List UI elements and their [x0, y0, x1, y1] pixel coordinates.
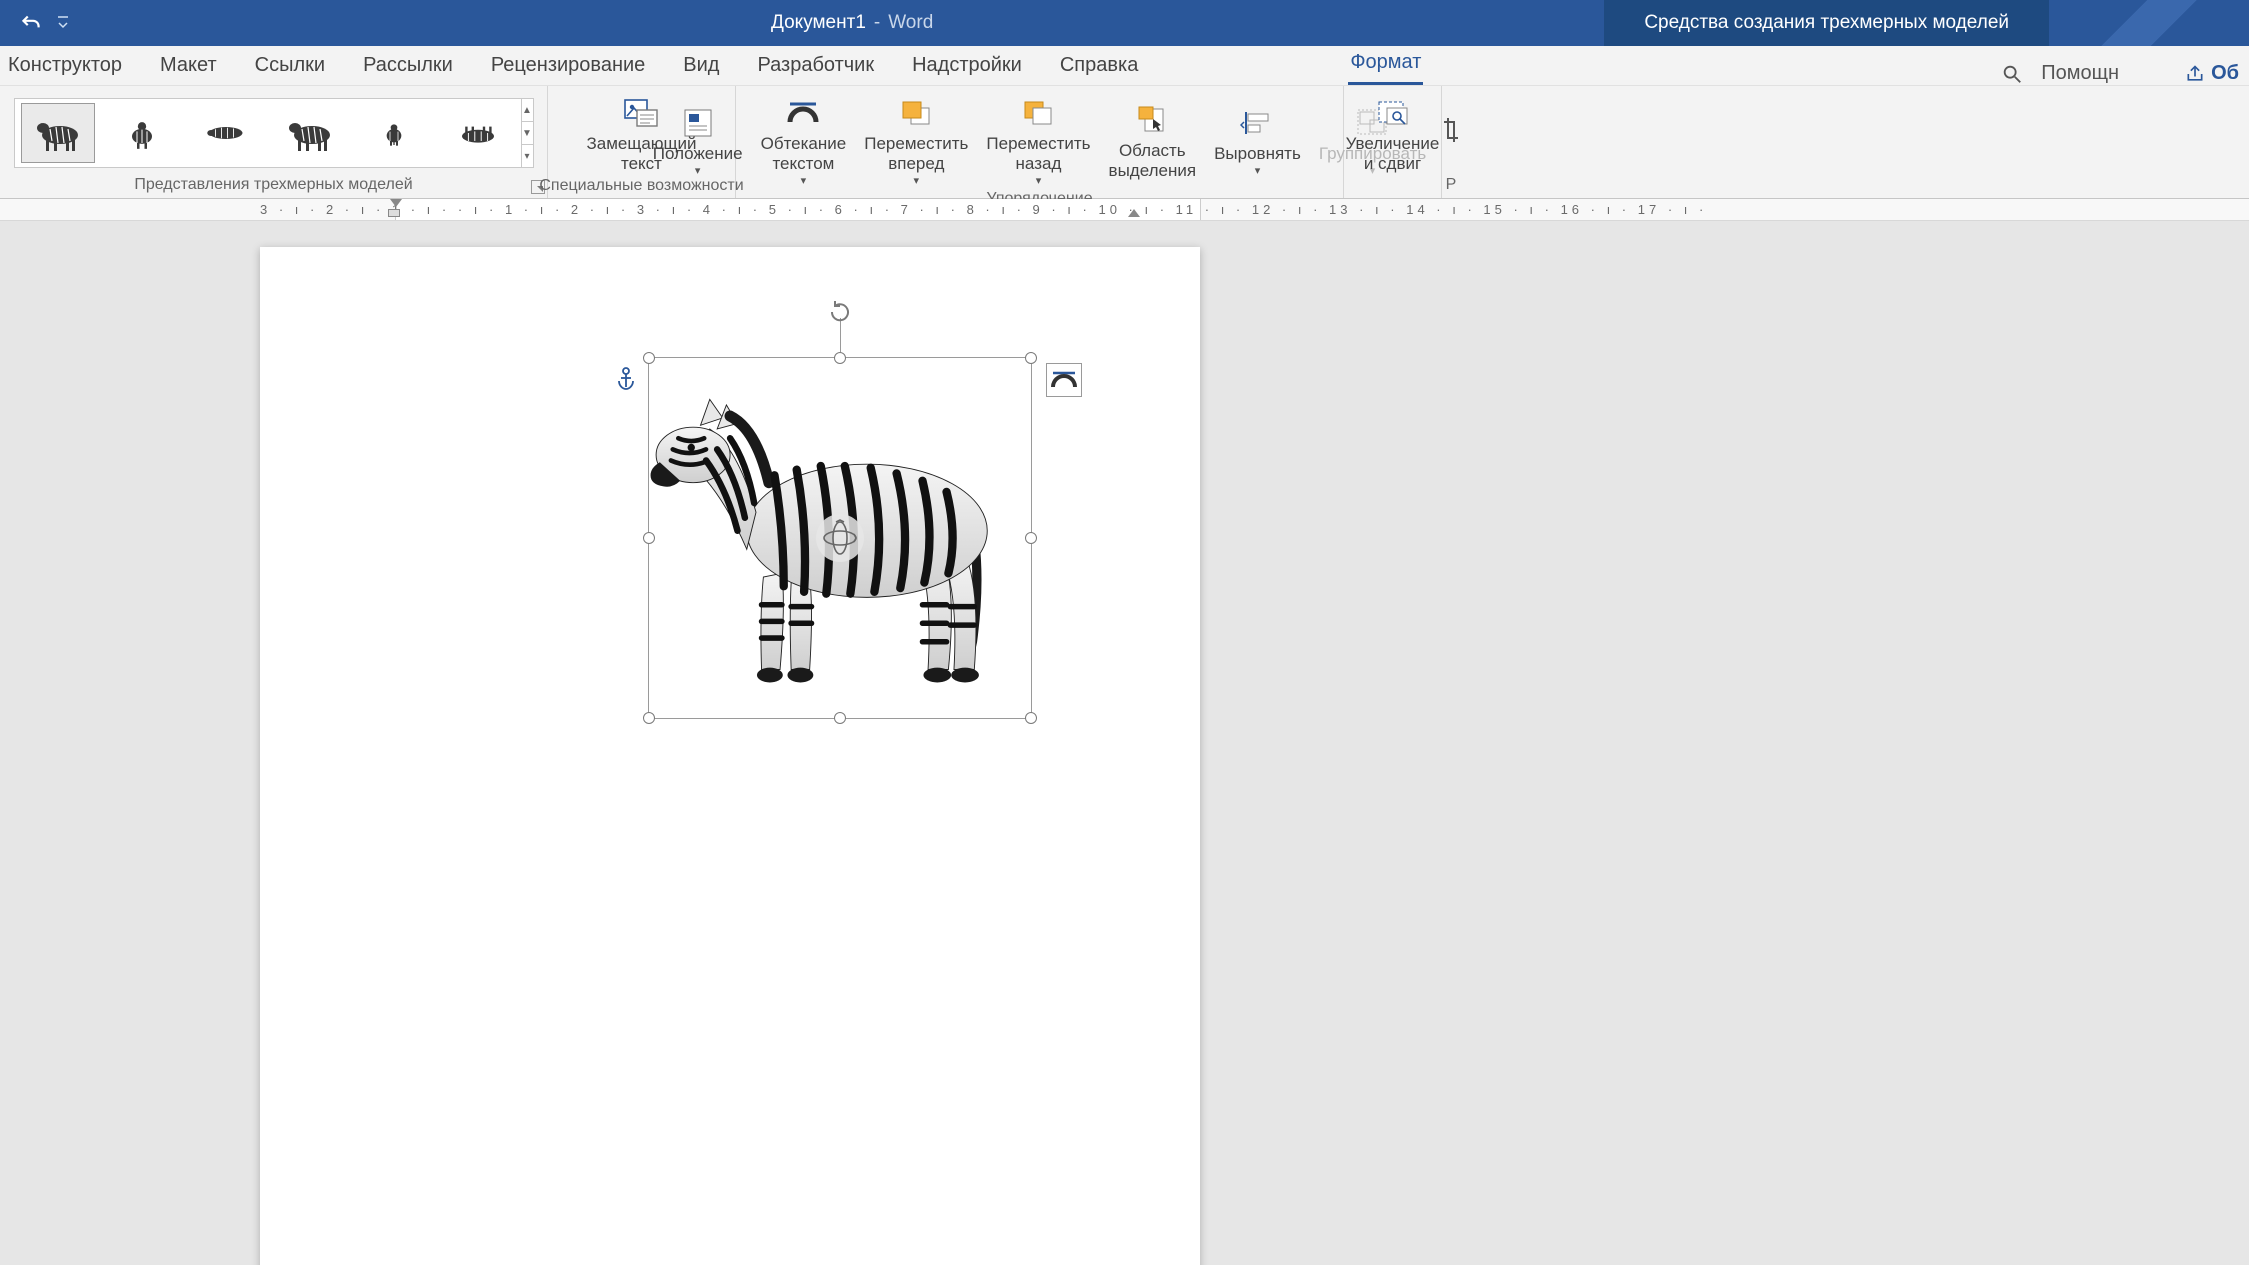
object-selection-frame[interactable] [648, 357, 1032, 719]
views-gallery: ▲ ▼ ▾ [14, 98, 534, 168]
resize-handle-br[interactable] [1025, 712, 1037, 724]
qat-customize-icon[interactable] [56, 8, 70, 38]
selection-pane-icon [1135, 105, 1169, 135]
tab-konstruktor[interactable]: Конструктор [6, 48, 124, 85]
3d-orbit-control[interactable] [816, 514, 864, 562]
group-3d-views: ▲ ▼ ▾ Представления трехмерных моделей [0, 86, 548, 198]
share-icon [2185, 64, 2205, 84]
left-indent-marker[interactable] [388, 209, 400, 217]
bring-forward-icon [899, 98, 933, 128]
gallery-view-2[interactable] [105, 103, 179, 163]
group-zoom: Увеличение и сдвиг [1344, 86, 1442, 198]
document-area[interactable] [0, 221, 2249, 1265]
app-name: Word [888, 12, 933, 34]
group-size-truncated: Р [1442, 86, 1460, 198]
layout-options-icon [1051, 369, 1077, 391]
resize-handle-r[interactable] [1025, 532, 1037, 544]
tab-maket[interactable]: Макет [158, 48, 219, 85]
resize-handle-b[interactable] [834, 712, 846, 724]
wrap-label: Обтекание текстом [761, 134, 847, 175]
group-label-views: Представления трехмерных моделей [134, 174, 412, 198]
chevron-down-icon: ▾ [1036, 175, 1042, 188]
gallery-view-1[interactable] [21, 103, 95, 163]
first-line-indent-marker[interactable] [390, 199, 402, 207]
wrap-icon [786, 98, 820, 128]
resize-handle-tr[interactable] [1025, 352, 1037, 364]
chevron-down-icon: ▾ [695, 165, 701, 178]
tab-vid[interactable]: Вид [681, 48, 721, 85]
gallery-more[interactable]: ▾ [522, 145, 533, 167]
gallery-scroll-down[interactable]: ▼ [522, 122, 533, 145]
selection-pane-label: Область выделения [1109, 141, 1197, 182]
send-backward-label: Переместить назад [986, 134, 1090, 175]
title-bar: Документ1 - Word Средства создания трехм… [0, 0, 2249, 46]
undo-button[interactable] [16, 8, 46, 38]
resize-handle-l[interactable] [643, 532, 655, 544]
titlebar-decoration [2049, 0, 2249, 46]
group-arrange: Положение ▾ Обтекание текстом ▾ Перемест… [736, 86, 1344, 198]
gallery-view-5[interactable] [357, 103, 431, 163]
align-button[interactable]: Выровнять ▾ [1206, 100, 1309, 178]
send-backward-icon [1021, 98, 1055, 128]
quick-access-toolbar [0, 8, 100, 38]
ribbon-tabs: Конструктор Макет Ссылки Рассылки Реценз… [0, 46, 2249, 86]
chevron-down-icon: ▾ [801, 175, 807, 188]
right-indent-marker[interactable] [1128, 209, 1140, 217]
gallery-view-3[interactable] [189, 103, 263, 163]
title-separator: - [874, 12, 880, 34]
position-label: Положение [653, 144, 743, 164]
share-label: Об [2211, 62, 2239, 85]
pan-zoom-icon [1373, 96, 1413, 130]
align-label: Выровнять [1214, 144, 1301, 164]
bring-forward-button[interactable]: Переместить вперед ▾ [856, 90, 976, 188]
resize-handle-tl[interactable] [643, 352, 655, 364]
horizontal-ruler[interactable]: 3 · ı · 2 · ı · 1 · ı · · ı · 1 · ı · 2 … [0, 199, 2249, 221]
rotate-handle[interactable] [826, 298, 854, 326]
share-button[interactable]: Об [2185, 62, 2239, 85]
document-title: Документ1 [771, 12, 866, 34]
selection-pane-button[interactable]: Область выделения [1101, 97, 1205, 182]
tab-spravka[interactable]: Справка [1058, 48, 1140, 85]
chevron-down-icon: ▾ [914, 175, 920, 188]
bring-forward-label: Переместить вперед [864, 134, 968, 175]
send-backward-button[interactable]: Переместить назад ▾ [978, 90, 1098, 188]
group-label-zoom-spacer [1390, 175, 1394, 199]
gallery-view-6[interactable] [441, 103, 515, 163]
resize-handle-bl[interactable] [643, 712, 655, 724]
ribbon: ▲ ▼ ▾ Представления трехмерных моделей [0, 86, 2249, 199]
gallery-view-4[interactable] [273, 103, 347, 163]
chevron-down-icon: ▾ [1255, 165, 1261, 178]
position-icon [681, 108, 715, 138]
wrap-text-button[interactable]: Обтекание текстом ▾ [753, 90, 855, 188]
tab-nadstroiki[interactable]: Надстройки [910, 48, 1024, 85]
resize-handle-t[interactable] [834, 352, 846, 364]
tell-me-input[interactable]: Помощн [2041, 62, 2119, 85]
tab-format[interactable]: Формат [1348, 45, 1423, 85]
gallery-scroll-up[interactable]: ▲ [522, 99, 533, 122]
pan-zoom-button[interactable]: Увеличение и сдвиг [1338, 90, 1448, 175]
position-button[interactable]: Положение ▾ [645, 100, 751, 178]
tab-rassylki[interactable]: Рассылки [361, 48, 455, 85]
tab-retsenzirovanie[interactable]: Рецензирование [489, 48, 647, 85]
align-icon [1240, 108, 1274, 138]
layout-options-button[interactable] [1046, 363, 1082, 397]
tab-ssylki[interactable]: Ссылки [253, 48, 327, 85]
contextual-tab-header: Средства создания трехмерных моделей [1604, 0, 2049, 46]
search-icon[interactable] [2001, 63, 2023, 85]
anchor-icon[interactable] [616, 367, 636, 396]
pan-zoom-label: Увеличение и сдвиг [1346, 134, 1440, 175]
ruler-scale: 3 · ı · 2 · ı · 1 · ı · · ı · 1 · ı · 2 … [260, 202, 2249, 220]
page[interactable] [260, 247, 1200, 1265]
crop-icon[interactable] [1442, 114, 1460, 150]
tab-razrabotchik[interactable]: Разработчик [755, 48, 876, 85]
